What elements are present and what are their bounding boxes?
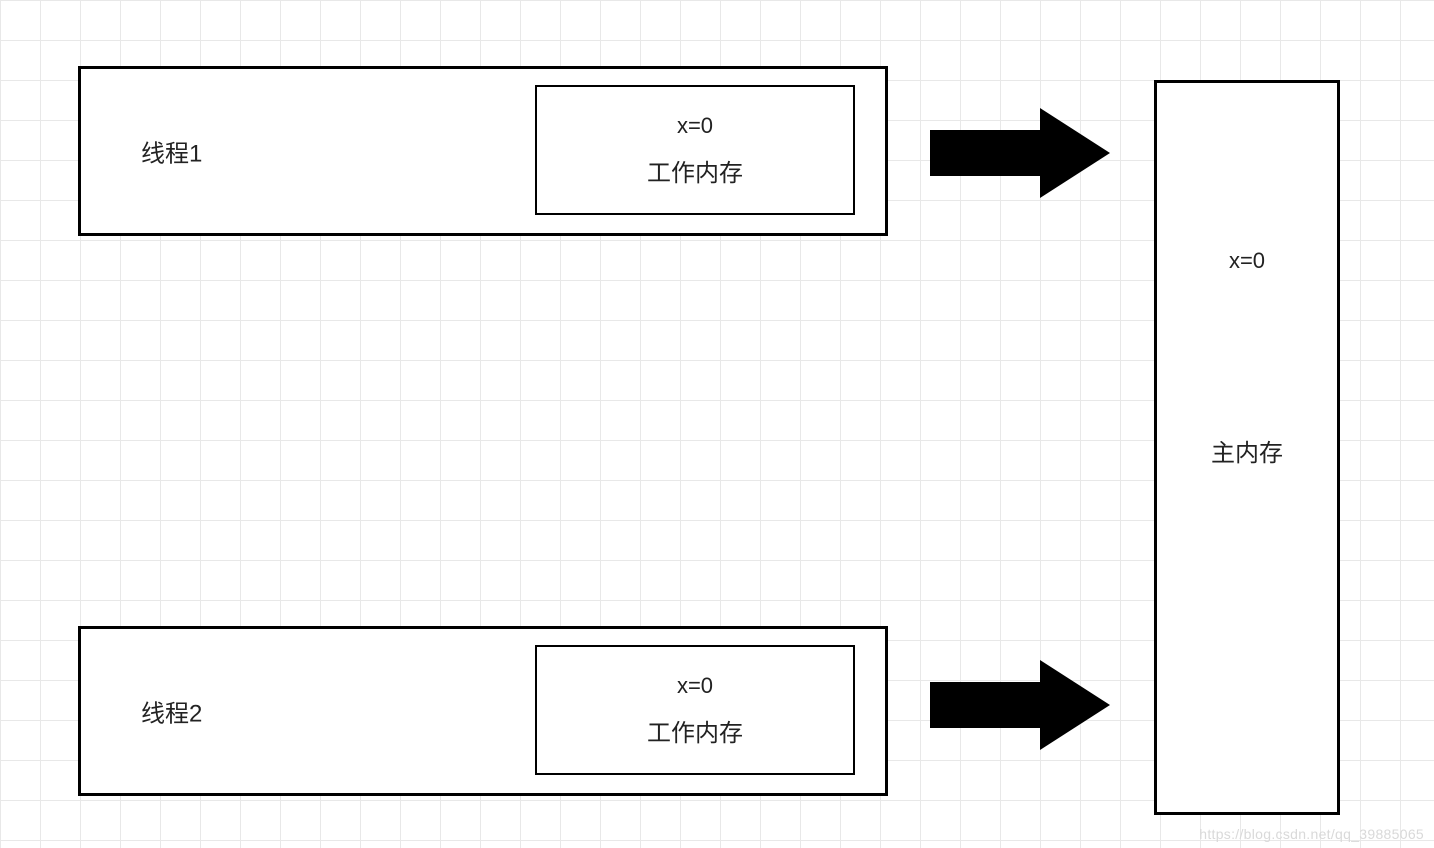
- thread-1-box: 线程1 x=0 工作内存: [78, 66, 888, 236]
- thread-1-variable: x=0: [677, 113, 713, 139]
- thread-1-working-memory-box: x=0 工作内存: [535, 85, 855, 215]
- thread-1-working-memory-label: 工作内存: [647, 153, 743, 188]
- arrow-right-icon: [930, 660, 1110, 750]
- thread-2-variable: x=0: [677, 673, 713, 699]
- main-memory-label: 主内存: [1211, 433, 1283, 468]
- thread-2-label: 线程2: [141, 694, 202, 729]
- thread-2-working-memory-label: 工作内存: [647, 713, 743, 748]
- arrow-right-icon: [930, 108, 1110, 198]
- diagram-canvas: 线程1 x=0 工作内存 线程2 x=0 工作内存 x=0 主内存 https:…: [0, 0, 1434, 848]
- thread-2-working-memory-box: x=0 工作内存: [535, 645, 855, 775]
- arrow-thread1-to-main: [930, 108, 1110, 198]
- thread-2-box: 线程2 x=0 工作内存: [78, 626, 888, 796]
- main-memory-box: x=0 主内存: [1154, 80, 1340, 815]
- arrow-thread2-to-main: [930, 660, 1110, 750]
- thread-1-label: 线程1: [141, 134, 202, 169]
- watermark-text: https://blog.csdn.net/qq_39885065: [1199, 826, 1424, 842]
- main-memory-variable: x=0: [1229, 248, 1265, 274]
